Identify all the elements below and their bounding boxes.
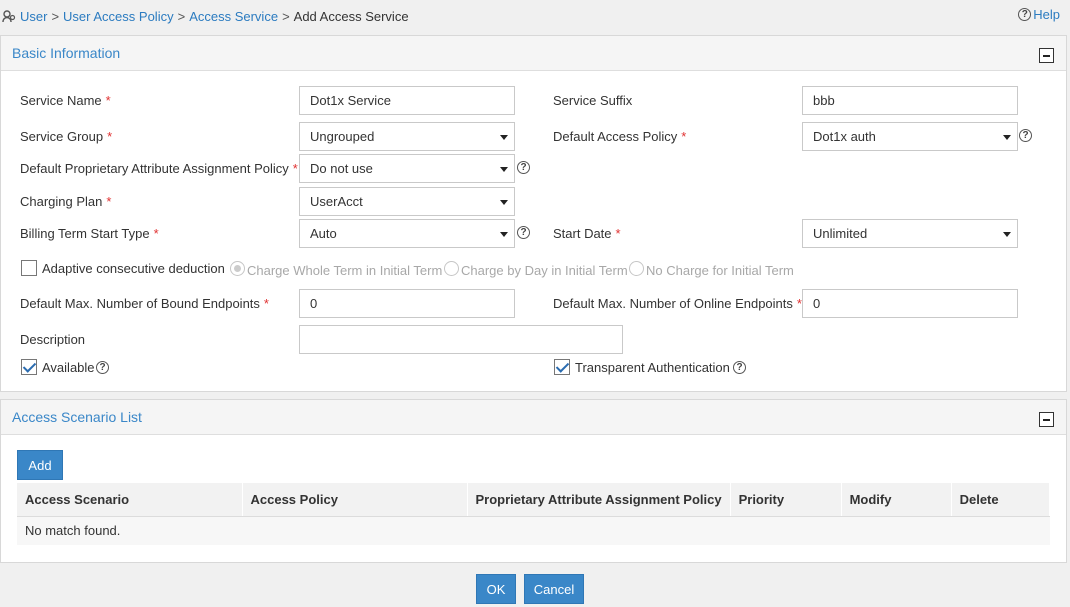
max-online-endpoints-input[interactable]: 0 — [802, 289, 1018, 318]
start-date-label: Start Date * — [553, 226, 621, 241]
charging-plan-label: Charging Plan * — [20, 194, 112, 209]
max-bound-endpoints-label: Default Max. Number of Bound Endpoints * — [20, 296, 269, 311]
help-icon[interactable]: ? — [733, 361, 746, 374]
charging-plan-select[interactable]: UserAcct — [299, 187, 515, 216]
service-name-input[interactable]: Dot1x Service — [299, 86, 515, 115]
help-icon[interactable]: ? — [96, 361, 109, 374]
column-delete: Delete — [951, 483, 1051, 517]
service-suffix-input[interactable]: bbb — [802, 86, 1018, 115]
breadcrumb-current: Add Access Service — [293, 8, 409, 24]
available-label: Available — [42, 360, 95, 375]
charge-whole-term-label: Charge Whole Term in Initial Term — [247, 263, 443, 278]
transparent-auth-label: Transparent Authentication — [575, 360, 730, 375]
service-suffix-label: Service Suffix — [553, 93, 633, 108]
help-icon[interactable]: ? — [517, 226, 530, 239]
max-bound-endpoints-input[interactable]: 0 — [299, 289, 515, 318]
charge-whole-term-radio[interactable] — [230, 261, 245, 276]
start-date-select[interactable]: Unlimited — [802, 219, 1018, 248]
help-icon: ? — [1018, 8, 1032, 21]
description-label: Description — [20, 332, 86, 347]
column-access-scenario[interactable]: Access Scenario — [17, 483, 243, 517]
service-group-label: Service Group * — [20, 129, 113, 144]
help-icon[interactable]: ? — [1019, 129, 1032, 142]
empty-message: No match found. — [17, 516, 1050, 545]
column-proprietary-policy[interactable]: Proprietary Attribute Assignment Policy — [467, 483, 731, 517]
default-proprietary-policy-label: Default Proprietary Attribute Assignment… — [20, 161, 298, 176]
breadcrumb-user[interactable]: User — [20, 9, 47, 24]
default-proprietary-policy-select[interactable]: Do not use — [299, 154, 515, 183]
breadcrumb-access-service[interactable]: Access Service — [189, 9, 278, 24]
chevron-down-icon — [500, 232, 508, 237]
billing-term-start-type-select[interactable]: Auto — [299, 219, 515, 248]
chevron-down-icon — [1003, 135, 1011, 140]
adaptive-deduction-checkbox[interactable] — [21, 260, 37, 276]
no-charge-initial-radio[interactable] — [629, 261, 644, 276]
cancel-button[interactable]: Cancel — [524, 574, 584, 604]
adaptive-deduction-label: Adaptive consecutive deduction — [42, 261, 225, 276]
transparent-auth-checkbox[interactable] — [554, 359, 570, 375]
chevron-down-icon — [500, 200, 508, 205]
charge-by-day-label: Charge by Day in Initial Term — [461, 263, 628, 278]
chevron-down-icon — [1003, 232, 1011, 237]
basic-information-header: Basic Information — [1, 36, 1066, 71]
max-online-endpoints-label: Default Max. Number of Online Endpoints * — [553, 296, 802, 311]
default-access-policy-select[interactable]: Dot1x auth — [802, 122, 1018, 151]
collapse-icon[interactable] — [1039, 412, 1054, 427]
no-charge-initial-label: No Charge for Initial Term — [646, 263, 794, 278]
help-icon[interactable]: ? — [517, 161, 530, 174]
breadcrumb-separator: > — [177, 8, 186, 24]
service-group-select[interactable]: Ungrouped — [299, 122, 515, 151]
billing-term-start-type-label: Billing Term Start Type * — [20, 226, 159, 241]
charge-by-day-radio[interactable] — [444, 261, 459, 276]
column-modify: Modify — [841, 483, 952, 517]
add-scenario-button[interactable]: Add — [17, 450, 63, 480]
chevron-down-icon — [500, 135, 508, 140]
description-input[interactable] — [299, 325, 623, 354]
panel-title: Basic Information — [12, 45, 121, 61]
breadcrumb-separator: > — [51, 8, 60, 24]
breadcrumb: User > User Access Policy > Access Servi… — [2, 7, 409, 25]
breadcrumb-user-access-policy[interactable]: User Access Policy — [63, 9, 174, 24]
column-access-policy[interactable]: Access Policy — [242, 483, 468, 517]
column-priority[interactable]: Priority — [730, 483, 842, 517]
user-policy-icon — [2, 10, 16, 23]
help-link[interactable]: ? Help — [1018, 7, 1060, 22]
panel-title: Access Scenario List — [12, 409, 142, 425]
top-bar: User > User Access Policy > Access Servi… — [0, 0, 1070, 32]
ok-button[interactable]: OK — [476, 574, 516, 604]
available-checkbox[interactable] — [21, 359, 37, 375]
help-label: Help — [1033, 7, 1060, 22]
service-name-label: Service Name * — [20, 93, 111, 108]
table-header-row: Access Scenario Access Policy Proprietar… — [17, 483, 1051, 517]
breadcrumb-separator: > — [282, 8, 290, 24]
access-scenario-header: Access Scenario List — [1, 400, 1066, 435]
chevron-down-icon — [500, 167, 508, 172]
access-scenario-table: Access Scenario Access Policy Proprietar… — [17, 483, 1051, 545]
default-access-policy-label: Default Access Policy * — [553, 129, 687, 144]
collapse-icon[interactable] — [1039, 48, 1054, 63]
table-row: No match found. — [17, 516, 1050, 545]
